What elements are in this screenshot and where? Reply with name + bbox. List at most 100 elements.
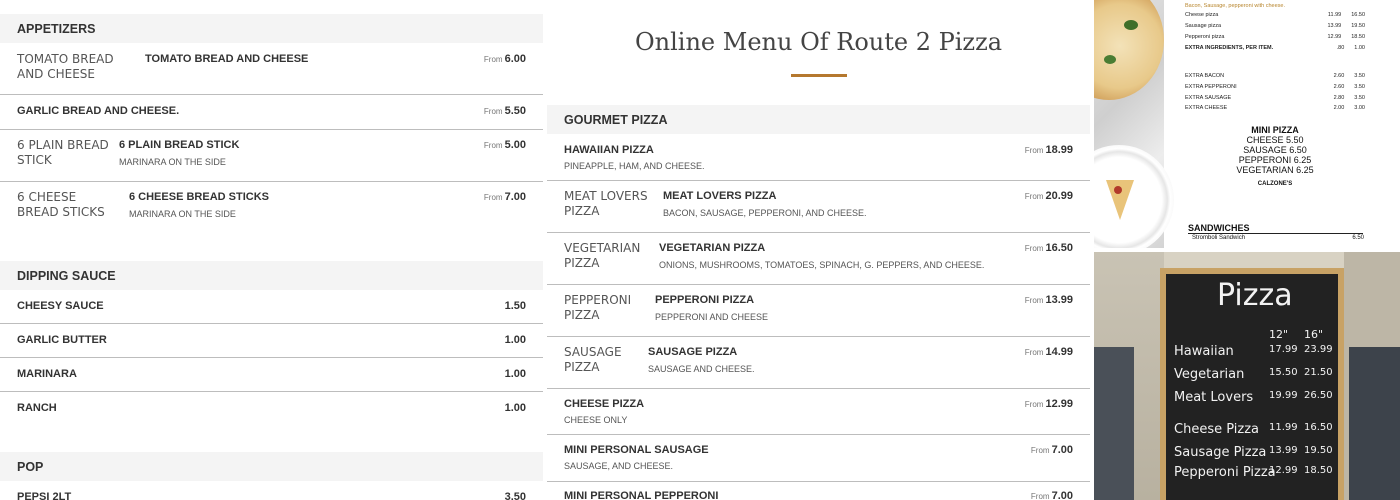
menu-photo-line: EXTRA CHEESE 2.00 3.00 [1185, 105, 1365, 111]
menu-item[interactable]: RANCH 1.00 [0, 392, 543, 426]
menu-item[interactable]: CHEESY SAUCE 1.50 [0, 290, 543, 324]
board-price-16: 23.99 [1304, 344, 1333, 355]
menu-photo-line-prices: 11.99 16.50 [1328, 12, 1365, 18]
price-value: 5.00 [504, 139, 526, 151]
menu-photo-price-small: .80 [1336, 45, 1345, 51]
photo-gallery: Bacon, Sausage, pepperoni with cheese. Ch… [1094, 0, 1400, 500]
item-price: From 13.99 [1025, 294, 1073, 306]
menu-photo-line: EXTRA PEPPERONI 2.60 3.50 [1185, 84, 1365, 90]
item-price: From 16.50 [1025, 242, 1073, 254]
menu-photo-line-prices [1355, 3, 1365, 9]
menu-item[interactable]: VEGETARIAN PIZZA VEGETARIAN PIZZA ONIONS… [547, 233, 1090, 285]
menu-photo-line: Pepperoni pizza 12.99 18.50 [1185, 34, 1365, 40]
item-name: CHEESE PIZZA [564, 398, 645, 410]
board-item-name: Sausage Pizza [1174, 445, 1267, 460]
title-underline [791, 74, 847, 77]
kitchen-window [1094, 347, 1134, 500]
stromboli-price: 6.50 [1352, 235, 1364, 241]
menu-item[interactable]: HAWAIIAN PIZZA PINEAPPLE, HAM, AND CHEES… [547, 134, 1090, 181]
stromboli-name: Stromboli Sandwich [1192, 235, 1246, 241]
menu-item[interactable]: MEAT LOVERS PIZZA MEAT LOVERS PIZZA BACO… [547, 181, 1090, 233]
price-value: 7.00 [504, 191, 526, 203]
menu-photo-line-prices: 2.00 3.00 [1334, 105, 1365, 111]
menu-item[interactable]: MARINARA 1.00 [0, 358, 543, 392]
menu-photo-price-small: 13.99 [1327, 23, 1342, 29]
chalkboard-photo[interactable]: Pizza 12" 16" Hawaiian 17.99 23.99 Vegetari… [1094, 252, 1400, 500]
menu-item[interactable]: SAUSAGE PIZZA SAUSAGE PIZZA SAUSAGE AND … [547, 337, 1090, 389]
price-from-label: From [1030, 492, 1050, 500]
menu-photo-line-name: EXTRA CHEESE [1185, 105, 1228, 111]
menu-photo-price-large: 19.50 [1351, 23, 1365, 29]
printed-menu-photo[interactable]: Bacon, Sausage, pepperoni with cheese. Ch… [1094, 0, 1400, 248]
item-image-placeholder: TOMATO BREAD AND CHEESE [17, 52, 114, 81]
menu-photo-price-small: 11.99 [1327, 12, 1342, 18]
item-price: From 7.00 [484, 191, 526, 203]
menu-item[interactable]: GARLIC BUTTER 1.00 [0, 324, 543, 358]
mini-line: VEGETARIAN 6.25 [1236, 165, 1314, 175]
item-description: PEPPERONI AND CHEESE [655, 312, 769, 322]
menu-item[interactable]: CHEESE PIZZA CHEESE ONLY From 12.99 [547, 389, 1090, 435]
board-price-12: 19.99 [1269, 390, 1298, 401]
mini-line: SAUSAGE 6.50 [1243, 145, 1307, 155]
menu-photo-price-large: 3.50 [1354, 84, 1365, 90]
item-price: From 7.00 [1031, 490, 1073, 500]
menu-photo-price-large: 3.50 [1354, 95, 1365, 101]
item-description: MARINARA ON THE SIDE [129, 209, 236, 219]
menu-item[interactable]: MINI PERSONAL SAUSAGE SAUSAGE, AND CHEES… [547, 435, 1090, 482]
price-value: 20.99 [1045, 190, 1073, 202]
item-name: TOMATO BREAD AND CHEESE [145, 53, 309, 65]
item-description: PINEAPPLE, HAM, AND CHEESE. [564, 161, 705, 171]
stromboli-line: Stromboli Sandwich 6.50 [1192, 235, 1364, 241]
menu-photo-line-name: Pepperoni pizza [1185, 34, 1225, 40]
menu-item[interactable]: 6 CHEESE BREAD STICKS 6 CHEESE BREAD STI… [0, 182, 543, 234]
board-price-16: 26.50 [1304, 390, 1333, 401]
menu-item[interactable]: MINI PERSONAL PEPPERONI From 7.00 [547, 482, 1090, 500]
menu-photo-line-name: Cheese pizza [1185, 12, 1219, 18]
menu-item[interactable]: PEPSI 2LT 3.50 [0, 481, 543, 500]
menu-item[interactable]: GARLIC BREAD AND CHEESE. From 5.50 [0, 95, 543, 130]
left-menu-column: APPETIZERS TOMATO BREAD AND CHEESE TOMAT… [0, 0, 543, 500]
item-name: 6 CHEESE BREAD STICKS [129, 191, 269, 203]
item-price: 1.00 [504, 402, 526, 414]
item-description: MARINARA ON THE SIDE [119, 157, 226, 167]
item-image-placeholder: PEPPERONI PIZZA [564, 293, 632, 322]
menu-photo-line-name: EXTRA SAUSAGE [1185, 95, 1232, 101]
item-name: PEPPERONI PIZZA [655, 294, 755, 306]
board-title: Pizza [1217, 278, 1293, 313]
item-price: From 12.99 [1025, 398, 1073, 410]
section-header-gourmet-pizza: GOURMET PIZZA [547, 105, 1090, 134]
item-name: MARINARA [17, 368, 77, 380]
menu-photo-line-prices: 2.60 3.50 [1334, 84, 1365, 90]
menu-photo-line: EXTRA INGREDIENTS, PER ITEM. .80 1.00 [1185, 45, 1365, 51]
menu-photo-price-large: 16.50 [1351, 12, 1365, 18]
sandwich-divider [1188, 233, 1363, 234]
menu-item[interactable]: PEPPERONI PIZZA PEPPERONI PIZZA PEPPERON… [547, 285, 1090, 337]
section-header-pop: POP [0, 452, 543, 481]
menu-photo-line-prices: .80 1.00 [1337, 45, 1365, 51]
menu-item[interactable]: TOMATO BREAD AND CHEESE TOMATO BREAD AND… [0, 43, 543, 95]
menu-photo-line-prices: 13.99 19.50 [1327, 23, 1365, 29]
board-price-12: 17.99 [1269, 344, 1298, 355]
board-size-16: 16" [1304, 328, 1324, 341]
item-name: RANCH [17, 402, 57, 414]
price-value: 18.99 [1045, 144, 1073, 156]
kitchen-right [1349, 347, 1400, 500]
price-from-label: From [1024, 296, 1044, 305]
item-name: CHEESY SAUCE [17, 300, 104, 312]
menu-photo-line-name: EXTRA INGREDIENTS, PER ITEM. [1185, 45, 1274, 51]
menu-photo-price-small: 2.60 [1333, 84, 1345, 90]
price-from-label: From [1024, 244, 1044, 253]
price-value: 5.50 [504, 105, 526, 117]
price-from-label: From [1024, 146, 1044, 155]
board-price-16: 21.50 [1304, 367, 1333, 378]
basil-leaf [1104, 55, 1116, 64]
price-value: 16.50 [1045, 242, 1073, 254]
menu-photo-price-small: 2.60 [1333, 73, 1345, 79]
price-from-label: From [483, 107, 503, 116]
menu-photo-line-name: Bacon, Sausage, pepperoni with cheese. [1185, 3, 1285, 9]
menu-photo-line: EXTRA SAUSAGE 2.80 3.50 [1185, 95, 1365, 101]
board-item-name: Pepperoni Pizza [1174, 465, 1276, 480]
price-value: 13.99 [1045, 294, 1073, 306]
price-from-label: From [1024, 192, 1044, 201]
menu-item[interactable]: 6 PLAIN BREAD STICK 6 PLAIN BREAD STICK … [0, 130, 543, 182]
